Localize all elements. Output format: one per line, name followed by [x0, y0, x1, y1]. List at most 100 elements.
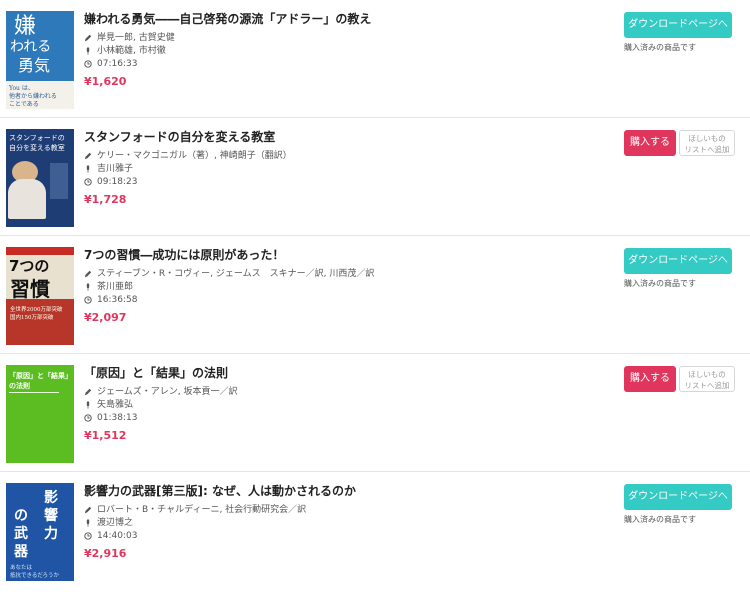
owned-status: 購入済みの商品です — [624, 43, 696, 52]
purchase-controls: 購入する ほしいもの リストへ追加 — [624, 366, 744, 392]
download-page-button[interactable]: ダウンロードページへ — [624, 248, 732, 274]
author-line: ケリー・マクゴニガル（著）, 神崎朗子（翻訳） — [84, 150, 604, 162]
narrator-text: 吉川雅子 — [97, 164, 134, 174]
book-info: スタンフォードの自分を変える教室 ケリー・マクゴニガル（著）, 神崎朗子（翻訳）… — [84, 130, 604, 206]
author-text: ロバート・B・チャルディーニ, 社会行動研究会／訳 — [97, 505, 307, 515]
narrator-text: 小林範雄, 市村徹 — [97, 46, 166, 56]
add-to-wishlist-button[interactable]: ほしいもの リストへ追加 — [679, 366, 735, 392]
cover-title: 勇気 — [18, 56, 51, 75]
narrator-line: 茶川亜郎 — [84, 281, 604, 293]
duration-text: 09:18:23 — [97, 177, 138, 187]
download-page-button[interactable]: ダウンロードページへ — [624, 484, 732, 510]
add-to-wishlist-button[interactable]: ほしいもの リストへ追加 — [679, 130, 735, 156]
cover-subtitle: 抵抗できるだろうか — [10, 573, 60, 579]
book-info: 「原因」と「結果」の法則 ジェームズ・アレン, 坂本貢一／訳 矢島雅弘 01:3… — [84, 366, 604, 442]
clock-icon — [84, 296, 92, 304]
mic-icon — [86, 47, 90, 55]
book-info: 7つの習慣―成功には原則があった！ スティーブン・R・コヴィー, ジェームス ス… — [84, 248, 604, 324]
buy-button[interactable]: 購入する — [624, 130, 676, 156]
book-cover[interactable]: 7つの 習慣 全世界2000万部突破 国内150万部突破 — [6, 247, 74, 345]
author-line: 岸見一郎, 古賀史健 — [84, 32, 604, 44]
book-info: 嫌われる勇気――自己啓発の源流「アドラー」の教え 岸見一郎, 古賀史健 小林範雄… — [84, 12, 604, 88]
duration-line: 07:16:33 — [84, 58, 604, 70]
cover-subtitle: ことである — [9, 101, 39, 108]
wishlist-label: ほしいもの — [688, 133, 726, 143]
price: ¥1,728 — [84, 193, 127, 206]
duration-line: 01:38:13 — [84, 412, 604, 424]
pen-icon — [84, 152, 92, 160]
author-text: スティーブン・R・コヴィー, ジェームス スキナー／訳, 川西茂／訳 — [97, 269, 375, 279]
cover-title: 武 — [14, 526, 28, 542]
author-line: ジェームズ・アレン, 坂本貢一／訳 — [84, 386, 604, 398]
book-cover[interactable]: 「原因」と「結果」 の法則 — [6, 365, 74, 463]
duration-line: 09:18:23 — [84, 176, 604, 188]
cover-title: 「原因」と「結果」 — [9, 372, 72, 380]
purchase-controls: 購入する ほしいもの リストへ追加 — [624, 130, 744, 156]
wishlist-label: ほしいもの — [688, 369, 726, 379]
narrator-line: 吉川雅子 — [84, 163, 604, 175]
narrator-line: 小林範雄, 市村徹 — [84, 45, 604, 57]
book-title[interactable]: 「原因」と「結果」の法則 — [84, 366, 604, 380]
wishlist-label: リストへ追加 — [684, 380, 730, 390]
wishlist-label: リストへ追加 — [684, 144, 730, 154]
author-line: スティーブン・R・コヴィー, ジェームス スキナー／訳, 川西茂／訳 — [84, 268, 604, 280]
book-cover[interactable]: 嫌 われる 勇気 You は、 他者から嫌われる ことである — [6, 11, 74, 109]
download-page-button[interactable]: ダウンロードページへ — [624, 12, 732, 38]
cover-subtitle: 全世界2000万部突破 — [10, 307, 63, 313]
duration-line: 16:36:58 — [84, 294, 604, 306]
cover-title: の — [14, 508, 28, 524]
cover-subtitle: あなたは — [10, 565, 33, 571]
audiobook-list: 嫌 われる 勇気 You は、 他者から嫌われる ことである 嫌われる勇気――自… — [0, 0, 750, 595]
pen-icon — [84, 34, 92, 42]
buy-button[interactable]: 購入する — [624, 366, 676, 392]
book-actions: 購入する ほしいもの リストへ追加 — [624, 366, 744, 392]
mic-icon — [86, 165, 90, 173]
cover-title: 響 — [44, 508, 58, 524]
price: ¥2,097 — [84, 311, 127, 324]
duration-text: 16:36:58 — [97, 295, 138, 305]
duration-line: 14:40:03 — [84, 530, 604, 542]
cover-title: 器 — [14, 544, 28, 560]
cover-title: 自分を変える教室 — [9, 144, 65, 152]
book-title[interactable]: 嫌われる勇気――自己啓発の源流「アドラー」の教え — [84, 12, 604, 26]
book-title[interactable]: 7つの習慣―成功には原則があった！ — [84, 248, 604, 262]
cover-title: 影 — [44, 490, 58, 506]
author-text: 岸見一郎, 古賀史健 — [97, 33, 175, 43]
book-actions: ダウンロードページへ 購入済みの商品です — [624, 12, 744, 53]
list-item: スタンフォードの 自分を変える教室 スタンフォードの自分を変える教室 ケリー・マ… — [0, 118, 750, 236]
cover-title: 力 — [44, 526, 58, 542]
book-actions: 購入する ほしいもの リストへ追加 — [624, 130, 744, 156]
duration-text: 01:38:13 — [97, 413, 138, 423]
clock-icon — [84, 414, 92, 422]
mic-icon — [86, 401, 90, 409]
narrator-text: 矢島雅弘 — [97, 400, 134, 410]
cover-title: われる — [10, 39, 52, 55]
price: ¥1,512 — [84, 429, 127, 442]
list-item: 7つの 習慣 全世界2000万部突破 国内150万部突破 7つの習慣―成功には原… — [0, 236, 750, 354]
author-text: ケリー・マクゴニガル（著）, 神崎朗子（翻訳） — [97, 151, 292, 161]
book-title[interactable]: 影響力の武器[第三版]: なぜ、人は動かされるのか — [84, 484, 604, 498]
duration-text: 14:40:03 — [97, 531, 138, 541]
list-item: 嫌 われる 勇気 You は、 他者から嫌われる ことである 嫌われる勇気――自… — [0, 0, 750, 118]
cover-title: 嫌 — [14, 14, 37, 39]
book-info: 影響力の武器[第三版]: なぜ、人は動かされるのか ロバート・B・チャルディーニ… — [84, 484, 604, 560]
pen-icon — [84, 270, 92, 278]
mic-icon — [86, 519, 90, 527]
mic-icon — [86, 283, 90, 291]
book-cover[interactable]: スタンフォードの 自分を変える教室 — [6, 129, 74, 227]
clock-icon — [84, 178, 92, 186]
cover-title: の法則 — [9, 382, 30, 390]
book-title[interactable]: スタンフォードの自分を変える教室 — [84, 130, 604, 144]
pen-icon — [84, 388, 92, 396]
author-line: ロバート・B・チャルディーニ, 社会行動研究会／訳 — [84, 504, 604, 516]
owned-status: 購入済みの商品です — [624, 279, 696, 288]
clock-icon — [84, 60, 92, 68]
duration-text: 07:16:33 — [97, 59, 138, 69]
narrator-text: 渡辺博之 — [97, 518, 134, 528]
cover-subtitle: 国内150万部突破 — [10, 315, 54, 321]
narrator-text: 茶川亜郎 — [97, 282, 134, 292]
list-item: 影 響 力 の 武 器 あなたは 抵抗できるだろうか 影響力の武器[第三版]: … — [0, 472, 750, 590]
narrator-line: 矢島雅弘 — [84, 399, 604, 411]
pen-icon — [84, 506, 92, 514]
book-cover[interactable]: 影 響 力 の 武 器 あなたは 抵抗できるだろうか — [6, 483, 74, 581]
